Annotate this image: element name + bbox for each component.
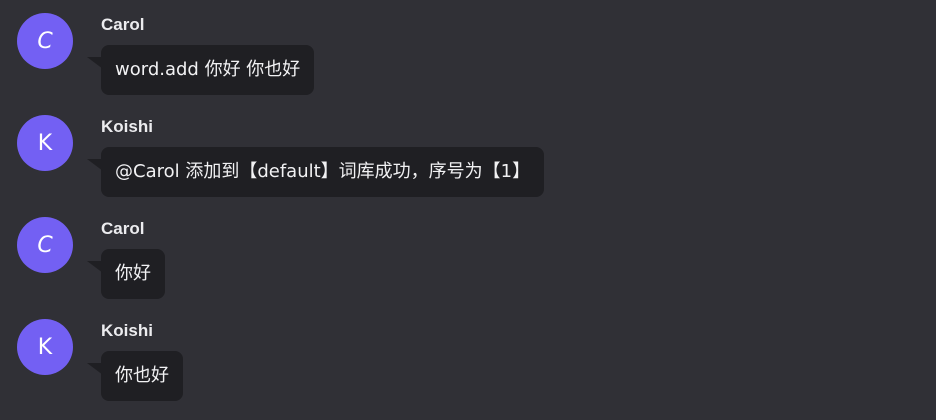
avatar[interactable]: C: [17, 13, 73, 69]
sender-name: Carol: [101, 219, 145, 238]
chat-message: C Carol 你好: [0, 204, 936, 299]
chat-log: C Carol word.add 你好 你也好 K Koishi @Carol …: [0, 0, 936, 420]
chat-message: K Koishi 你也好: [0, 306, 936, 401]
message-bubble: 你也好: [101, 351, 183, 401]
avatar[interactable]: K: [17, 115, 73, 171]
sender-name: Koishi: [101, 321, 153, 340]
avatar[interactable]: K: [17, 319, 73, 375]
sender-name: Carol: [101, 15, 145, 34]
message-bubble: 你好: [101, 249, 165, 299]
chat-message: C Carol word.add 你好 你也好: [0, 0, 936, 95]
message-bubble: word.add 你好 你也好: [101, 45, 315, 95]
avatar[interactable]: C: [17, 217, 73, 273]
chat-message: K Koishi @Carol 添加到【default】词库成功，序号为【1】: [0, 102, 936, 197]
sender-name: Koishi: [101, 117, 153, 136]
message-bubble: @Carol 添加到【default】词库成功，序号为【1】: [101, 147, 545, 197]
